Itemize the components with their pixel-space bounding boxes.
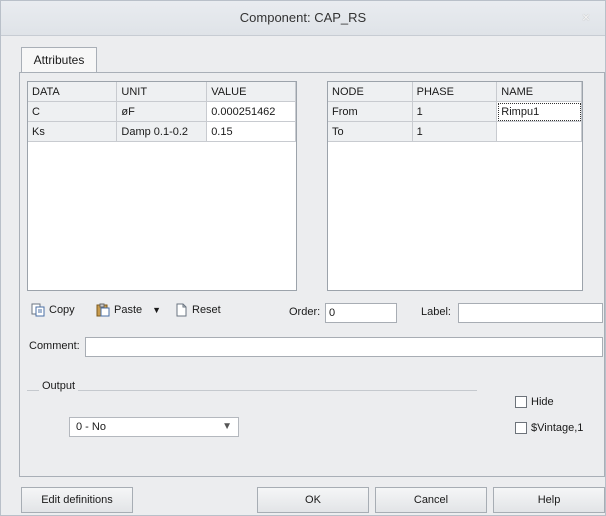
- hide-label: Hide: [531, 396, 554, 408]
- cancel-button[interactable]: Cancel: [375, 487, 487, 513]
- reset-label: Reset: [192, 304, 221, 316]
- table-header-row: NODE PHASE NAME: [328, 82, 582, 102]
- chevron-down-icon[interactable]: ▼: [152, 305, 161, 315]
- column-header: NODE: [328, 82, 413, 102]
- component-dialog: Component: CAP_RS × Attributes DATA UNIT…: [0, 0, 606, 516]
- data-grid: DATA UNIT VALUE C øF 0.000251462 Ks Damp…: [27, 81, 297, 291]
- column-header: DATA: [28, 82, 118, 102]
- table-row: Ks Damp 0.1-0.2 0.15: [28, 121, 296, 142]
- column-header: NAME: [496, 82, 582, 102]
- ok-button[interactable]: OK: [257, 487, 369, 513]
- table-cell-value[interactable]: 0.000251462: [206, 101, 296, 122]
- table-cell: øF: [116, 101, 208, 122]
- column-header: UNIT: [116, 82, 208, 102]
- paste-button[interactable]: Paste ▼: [96, 303, 161, 317]
- table-row: C øF 0.000251462: [28, 101, 296, 122]
- table-cell: 1: [412, 121, 498, 142]
- title-bar: Component: CAP_RS ×: [1, 1, 605, 36]
- vintage-label: $Vintage,1: [531, 422, 584, 434]
- comment-label: Comment:: [29, 340, 80, 352]
- tab-attributes[interactable]: Attributes: [21, 47, 97, 73]
- output-selected-value: 0 - No: [76, 421, 106, 433]
- table-cell: To: [328, 121, 413, 142]
- comment-input[interactable]: [85, 337, 603, 357]
- reset-button[interactable]: Reset: [174, 303, 221, 317]
- order-input[interactable]: 0: [325, 303, 397, 323]
- vintage-checkbox[interactable]: [515, 422, 527, 434]
- close-icon[interactable]: ×: [577, 9, 595, 25]
- paste-icon: [96, 303, 110, 317]
- table-cell-value[interactable]: 0.15: [206, 121, 296, 142]
- chevron-down-icon: ▼: [222, 421, 232, 432]
- label-input[interactable]: [458, 303, 603, 323]
- table-row: To 1: [328, 121, 582, 142]
- help-button[interactable]: Help: [493, 487, 605, 513]
- paste-label: Paste: [114, 304, 143, 316]
- order-label: Order:: [289, 306, 321, 318]
- table-cell: C: [28, 101, 118, 122]
- hide-checkbox-row[interactable]: Hide: [515, 396, 554, 408]
- output-group-label: Output: [39, 380, 79, 392]
- label-field-label: Label:: [421, 306, 451, 318]
- table-header-row: DATA UNIT VALUE: [28, 82, 296, 102]
- table-row: From 1 Rimpu1: [328, 101, 582, 122]
- window-title: Component: CAP_RS: [239, 10, 367, 25]
- node-grid: NODE PHASE NAME From 1 Rimpu1 To 1: [327, 81, 583, 291]
- vintage-checkbox-row[interactable]: $Vintage,1: [515, 422, 583, 434]
- output-select[interactable]: 0 - No ▼: [69, 417, 239, 437]
- table-cell: Ks: [28, 121, 118, 142]
- table-cell: Damp 0.1-0.2: [116, 121, 208, 142]
- table-cell-name[interactable]: Rimpu1: [496, 101, 582, 122]
- table-cell: 1: [412, 101, 498, 122]
- copy-button[interactable]: Copy: [31, 303, 75, 317]
- copy-icon: [31, 303, 45, 317]
- hide-checkbox[interactable]: [515, 396, 527, 408]
- copy-label: Copy: [49, 304, 75, 316]
- table-cell: From: [328, 101, 413, 122]
- column-header: VALUE: [206, 82, 296, 102]
- table-cell-name[interactable]: [496, 121, 582, 142]
- edit-definitions-button[interactable]: Edit definitions: [21, 487, 133, 513]
- reset-icon: [174, 303, 188, 317]
- column-header: PHASE: [412, 82, 498, 102]
